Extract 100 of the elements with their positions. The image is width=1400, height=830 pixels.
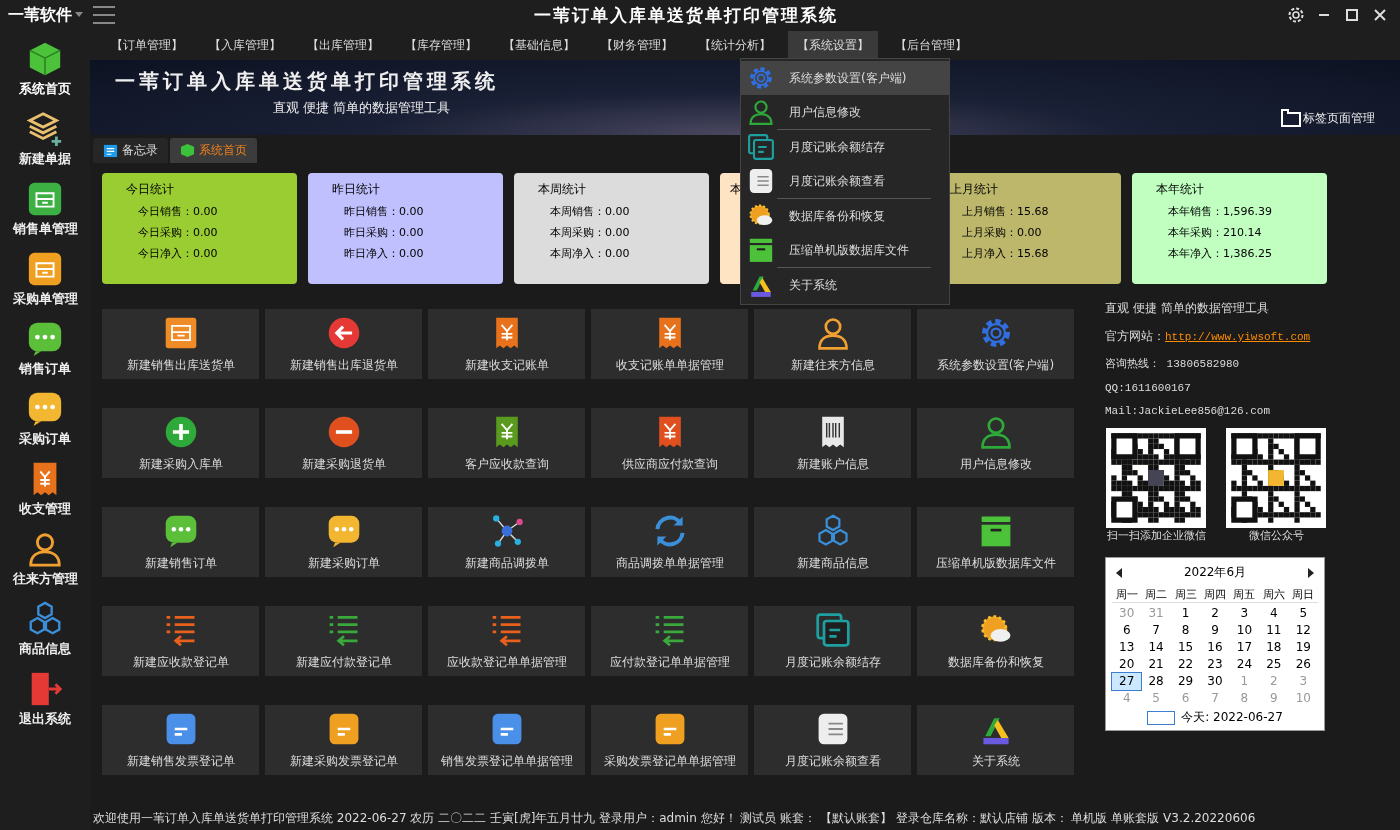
tab[interactable]: 系统首页 [170,138,257,163]
calendar-day[interactable]: 19 [1288,639,1318,656]
shortcut-tile[interactable]: 新建销售出库送货单 [102,309,259,379]
shortcut-tile[interactable]: 用户信息修改 [917,408,1074,478]
menu-option[interactable]: 关于系统 [741,268,949,302]
sidebar-item[interactable]: 退出系统 [2,664,88,734]
shortcut-tile[interactable]: 关于系统 [917,705,1074,775]
shortcut-tile[interactable]: 新建往来方信息 [754,309,911,379]
shortcut-tile[interactable]: 新建采购订单 [265,507,422,577]
today-link[interactable]: 今天: 2022-06-27 [1181,709,1283,726]
calendar-day[interactable]: 29 [1170,673,1201,690]
calendar-day[interactable]: 2 [1200,605,1230,622]
shortcut-tile[interactable]: 新建应付款登记单 [265,606,422,676]
calendar-day[interactable]: 10 [1229,622,1260,639]
calendar-day[interactable]: 5 [1288,605,1318,622]
sidebar-item[interactable]: 商品信息 [2,594,88,664]
shortcut-tile[interactable]: 供应商应付款查询 [591,408,748,478]
menu-item[interactable]: 【系统设置】 [788,30,878,60]
list-icon [747,167,775,195]
menu-item[interactable]: 【出库管理】 [298,30,388,60]
website-link[interactable]: http://www.yiwsoft.com [1165,331,1311,343]
shortcut-tile[interactable]: 销售发票登记单单据管理 [428,705,585,775]
next-month-icon[interactable] [1308,567,1314,578]
calendar-day[interactable]: 13 [1112,639,1142,656]
calendar-day[interactable]: 16 [1200,639,1230,656]
shortcut-tile[interactable]: 新建收支记账单 [428,309,585,379]
caret-icon[interactable] [74,12,83,18]
calendar-day[interactable]: 15 [1170,639,1201,656]
shortcut-tile[interactable]: 新建销售发票登记单 [102,705,259,775]
calendar-day[interactable]: 3 [1229,605,1260,622]
shortcut-tile[interactable]: 新建商品调拨单 [428,507,585,577]
sidebar-item[interactable]: 采购单管理 [2,244,88,314]
shortcut-tile[interactable]: 新建销售出库退货单 [265,309,422,379]
calendar-day[interactable]: 8 [1170,622,1201,639]
menu-option[interactable]: 月度记账余额查看 [741,164,949,198]
sidebar-item[interactable]: 销售单管理 [2,174,88,244]
shortcut-tile[interactable]: 新建销售订单 [102,507,259,577]
calendar-day[interactable]: 14 [1141,639,1171,656]
menu-item[interactable]: 【财务管理】 [592,30,682,60]
shortcut-tile[interactable]: 客户应收款查询 [428,408,585,478]
calendar-day[interactable]: 17 [1229,639,1260,656]
folder-icon[interactable] [1281,109,1301,127]
menu-option[interactable]: 系统参数设置(客户端) [741,61,949,95]
menu-item[interactable]: 【统计分析】 [690,30,780,60]
shortcut-tile[interactable]: 月度记账余额结存 [754,606,911,676]
shortcut-tile[interactable]: 系统参数设置(客户端) [917,309,1074,379]
shortcut-tile[interactable]: 商品调拨单单据管理 [591,507,748,577]
menu-option[interactable]: 月度记账余额结存 [741,130,949,164]
calendar-day[interactable]: 24 [1229,656,1260,673]
calendar-day[interactable]: 23 [1200,656,1230,673]
shortcut-tile[interactable]: 新建商品信息 [754,507,911,577]
sidebar-item[interactable]: 往来方管理 [2,524,88,594]
shortcut-tile[interactable]: 采购发票登记单单据管理 [591,705,748,775]
calendar-day[interactable]: 22 [1170,656,1201,673]
sidebar-item[interactable]: 收支管理 [2,454,88,524]
calendar-day[interactable]: 1 [1170,605,1201,622]
tab-manager-link[interactable]: 标签页面管理 [1303,109,1375,127]
calendar-day[interactable]: 6 [1112,622,1142,639]
shortcut-tile[interactable]: 新建采购入库单 [102,408,259,478]
shortcut-tile[interactable]: 新建采购退货单 [265,408,422,478]
calendar-day[interactable]: 12 [1288,622,1318,639]
shortcut-tile[interactable]: 应收款登记单单据管理 [428,606,585,676]
calendar-day[interactable]: 4 [1259,605,1289,622]
calendar-day[interactable]: 18 [1259,639,1289,656]
shortcut-tile[interactable]: 新建采购发票登记单 [265,705,422,775]
shortcut-tile[interactable]: 新建应收款登记单 [102,606,259,676]
calendar-day[interactable]: 25 [1259,656,1289,673]
shortcut-tile[interactable]: 新建账户信息 [754,408,911,478]
weekday-label: 周三 [1173,587,1198,602]
sidebar-item[interactable]: 销售订单 [2,314,88,384]
calendar-day[interactable]: 20 [1112,656,1142,673]
menu-option[interactable]: 数据库备份和恢复 [741,199,949,233]
previous-month-icon[interactable] [1116,567,1122,578]
calendar-day[interactable]: 28 [1141,673,1171,690]
calendar-day[interactable]: 26 [1288,656,1318,673]
menu-option[interactable]: 压缩单机版数据库文件 [741,233,949,267]
mail-text: Mail:JackieLee856@126.com [1105,405,1272,417]
calendar-day[interactable]: 27 [1112,673,1142,690]
calendar-day[interactable]: 30 [1200,673,1230,690]
settings-icon[interactable] [1286,5,1306,25]
sidebar-item[interactable]: 采购订单 [2,384,88,454]
shortcut-tile[interactable]: 月度记账余额查看 [754,705,911,775]
sidebar-item[interactable]: 新建单据 [2,104,88,174]
shortcut-tile[interactable]: 收支记账单单据管理 [591,309,748,379]
menu-icon[interactable] [92,5,116,25]
calendar-day[interactable]: 11 [1259,622,1289,639]
calendar-day[interactable]: 9 [1200,622,1230,639]
sidebar-item[interactable]: 系统首页 [2,34,88,104]
menu-option[interactable]: 用户信息修改 [741,95,949,129]
menu-item[interactable]: 【库存管理】 [396,30,486,60]
menu-item[interactable]: 【后台管理】 [886,30,976,60]
calendar-day[interactable]: 21 [1141,656,1171,673]
menu-item[interactable]: 【订单管理】 [102,30,192,60]
menu-item[interactable]: 【基础信息】 [494,30,584,60]
shortcut-tile[interactable]: 压缩单机版数据库文件 [917,507,1074,577]
tab[interactable]: 备忘录 [93,138,168,163]
shortcut-tile[interactable]: 应付款登记单单据管理 [591,606,748,676]
shortcut-tile[interactable]: 数据库备份和恢复 [917,606,1074,676]
menu-item[interactable]: 【入库管理】 [200,30,290,60]
calendar-day[interactable]: 7 [1141,622,1171,639]
